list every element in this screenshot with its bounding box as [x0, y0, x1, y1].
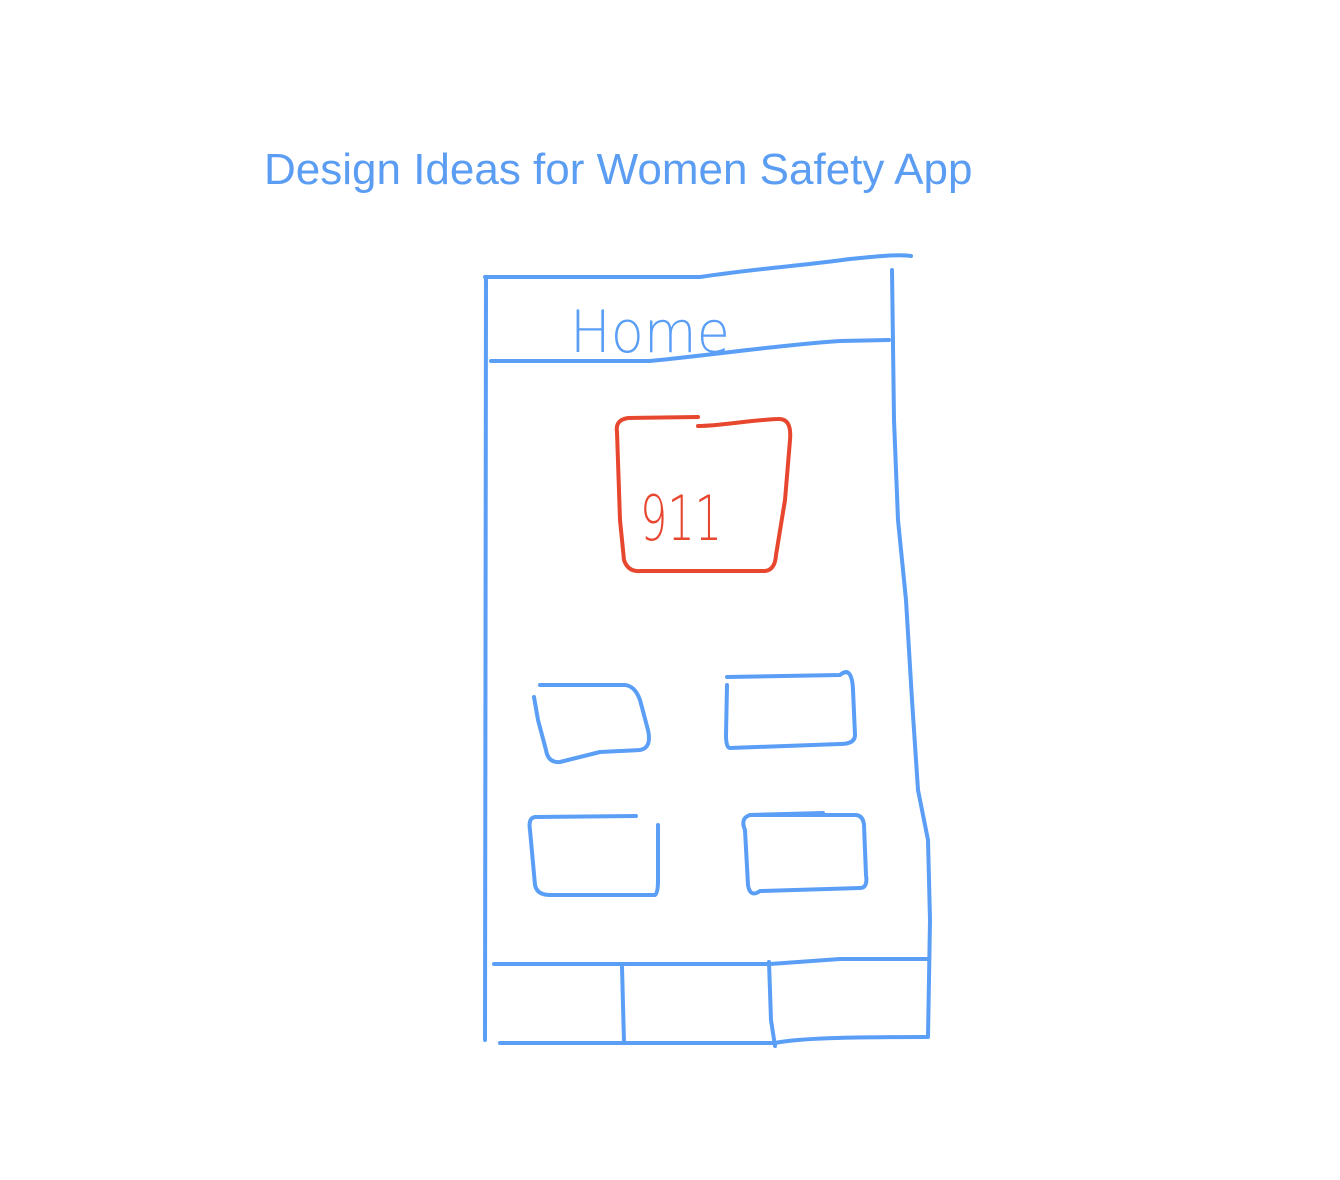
- bottom-tab-bar: [492, 957, 930, 1048]
- header-title: Home: [570, 298, 730, 366]
- feature-tile-2: [724, 670, 857, 750]
- wireframe-canvas: Design Ideas for Women Safety App Home 9…: [264, 145, 972, 1048]
- frame-right-edge: [890, 268, 932, 1039]
- page-title: Design Ideas for Women Safety App: [264, 145, 972, 194]
- frame-left-edge: [483, 275, 488, 1042]
- header-bar: Home: [489, 298, 891, 366]
- tab-bar-divider-1: [620, 965, 626, 1044]
- frame-top-edge: [483, 253, 913, 279]
- tab-bar-top-divider: [492, 957, 930, 966]
- feature-tile-1: [532, 683, 651, 765]
- frame-bottom-edge: [498, 1035, 929, 1045]
- emergency-911-button: 911: [614, 415, 793, 574]
- emergency-button-label: 911: [640, 482, 722, 555]
- feature-tile-4: [741, 811, 869, 896]
- feature-tile-3: [527, 814, 660, 897]
- phone-frame: [483, 253, 932, 1045]
- tab-bar-divider-2: [767, 960, 777, 1048]
- feature-tile-grid: [527, 670, 869, 897]
